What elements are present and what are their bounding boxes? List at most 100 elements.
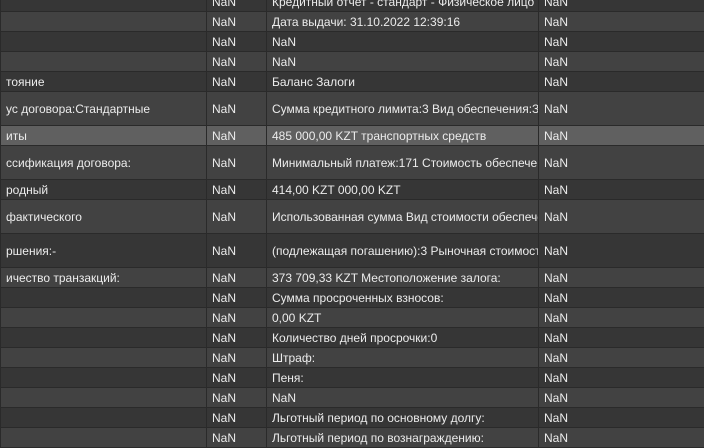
- table-cell-col0: ичество транзакций:: [1, 268, 207, 288]
- table-cell-col0: иты: [1, 126, 207, 146]
- table-row[interactable]: NaNКредитный отчет - стандарт - Физическ…: [1, 0, 704, 12]
- table-cell-col2: Кредитный отчет - стандарт - Физическое …: [267, 0, 539, 12]
- table-cell-col1: NaN: [207, 234, 267, 268]
- table-row[interactable]: NaNЛьготный период по вознаграждению:NaN: [1, 428, 704, 448]
- table-row[interactable]: NaNДата выдачи: 31.10.2022 12:39:16NaN: [1, 12, 704, 32]
- table-row[interactable]: тояниеNaNБаланс ЗалогиNaN: [1, 72, 704, 92]
- table-row[interactable]: NaNNaNNaN: [1, 32, 704, 52]
- table-cell-col1: NaN: [207, 92, 267, 126]
- table-cell-col0: [1, 328, 207, 348]
- table-cell-col0: фактического: [1, 200, 207, 234]
- table-cell-col2: Дата выдачи: 31.10.2022 12:39:16: [267, 12, 539, 32]
- table-cell-col0: [1, 428, 207, 448]
- table-row[interactable]: NaN0,00 KZTNaN: [1, 308, 704, 328]
- table-row[interactable]: ссификация договора:NaNМинимальный плате…: [1, 146, 704, 180]
- table-cell-col2: NaN: [267, 52, 539, 72]
- table-cell-col0: [1, 348, 207, 368]
- table-cell-col0: [1, 368, 207, 388]
- table-cell-col2: NaN: [267, 388, 539, 408]
- table-cell-col0: [1, 408, 207, 428]
- table-cell-col2: Баланс Залоги: [267, 72, 539, 92]
- table-cell-col3: NaN: [539, 126, 704, 146]
- table-cell-col1: NaN: [207, 308, 267, 328]
- table-cell-col0: [1, 52, 207, 72]
- table-cell-col0: тояние: [1, 72, 207, 92]
- table-cell-col2: (подлежащая погашению):3 Рыночная стоимо…: [267, 234, 539, 268]
- table-cell-col3: NaN: [539, 308, 704, 328]
- table-cell-col0: [1, 12, 207, 32]
- table-cell-col0: [1, 32, 207, 52]
- table-cell-col1: NaN: [207, 52, 267, 72]
- table-cell-col0: родный: [1, 180, 207, 200]
- table-cell-col1: NaN: [207, 408, 267, 428]
- table-cell-col1: NaN: [207, 0, 267, 12]
- table-cell-col3: NaN: [539, 12, 704, 32]
- table-row[interactable]: NaNNaNNaN: [1, 52, 704, 72]
- table-cell-col1: NaN: [207, 32, 267, 52]
- table-row[interactable]: фактическогоNaNИспользованная сумма Вид …: [1, 200, 704, 234]
- table-cell-col3: NaN: [539, 200, 704, 234]
- table-row[interactable]: ршения:-NaN(подлежащая погашению):3 Рыно…: [1, 234, 704, 268]
- table-cell-col1: NaN: [207, 72, 267, 92]
- table-cell-col3: NaN: [539, 146, 704, 180]
- table-cell-col0: ус договора:Стандартные: [1, 92, 207, 126]
- table-cell-col2: Минимальный платеж:171 Стоимость обеспеч…: [267, 146, 539, 180]
- data-table: NaNКредитный отчет - стандарт - Физическ…: [0, 0, 704, 448]
- table-cell-col0: [1, 308, 207, 328]
- table-cell-col3: NaN: [539, 268, 704, 288]
- table-cell-col3: NaN: [539, 388, 704, 408]
- table-cell-col2: 414,00 KZT 000,00 KZT: [267, 180, 539, 200]
- table-cell-col3: NaN: [539, 32, 704, 52]
- table-cell-col0: [1, 388, 207, 408]
- table-cell-col1: NaN: [207, 388, 267, 408]
- table-cell-col1: NaN: [207, 146, 267, 180]
- table-cell-col2: NaN: [267, 32, 539, 52]
- table-cell-col3: NaN: [539, 92, 704, 126]
- table-row[interactable]: родныйNaN414,00 KZT 000,00 KZTNaN: [1, 180, 704, 200]
- table-cell-col1: NaN: [207, 288, 267, 308]
- table-cell-col2: Штраф:: [267, 348, 539, 368]
- table-row[interactable]: ус договора:СтандартныеNaNСумма кредитно…: [1, 92, 704, 126]
- table-body: NaNКредитный отчет - стандарт - Физическ…: [1, 0, 704, 448]
- table-cell-col2: 485 000,00 KZT транспортных средств: [267, 126, 539, 146]
- table-cell-col3: NaN: [539, 348, 704, 368]
- table-cell-col1: NaN: [207, 348, 267, 368]
- table-row[interactable]: NaNШтраф:NaN: [1, 348, 704, 368]
- table-cell-col3: NaN: [539, 72, 704, 92]
- table-cell-col1: NaN: [207, 200, 267, 234]
- table-cell-col3: NaN: [539, 52, 704, 72]
- table-cell-col2: Пеня:: [267, 368, 539, 388]
- table-cell-col1: NaN: [207, 180, 267, 200]
- table-row[interactable]: NaNЛьготный период по основному долгу:Na…: [1, 408, 704, 428]
- table-row[interactable]: NaNПеня:NaN: [1, 368, 704, 388]
- table-cell-col3: NaN: [539, 288, 704, 308]
- table-cell-col3: NaN: [539, 180, 704, 200]
- table-row[interactable]: ичество транзакций:NaN373 709,33 KZT Мес…: [1, 268, 704, 288]
- table-cell-col3: NaN: [539, 328, 704, 348]
- table-row[interactable]: NaNNaNNaN: [1, 388, 704, 408]
- table-cell-col1: NaN: [207, 368, 267, 388]
- table-row[interactable]: NaNСумма просроченных взносов:NaN: [1, 288, 704, 308]
- table-cell-col1: NaN: [207, 12, 267, 32]
- table-cell-col2: Количество дней просрочки:0: [267, 328, 539, 348]
- table-cell-col2: Льготный период по вознаграждению:: [267, 428, 539, 448]
- table-cell-col2: 373 709,33 KZT Местоположение залога:: [267, 268, 539, 288]
- table-cell-col2: 0,00 KZT: [267, 308, 539, 328]
- table-cell-col1: NaN: [207, 428, 267, 448]
- table-cell-col3: NaN: [539, 428, 704, 448]
- table-cell-col0: [1, 0, 207, 12]
- table-cell-col1: NaN: [207, 268, 267, 288]
- table-cell-col0: ршения:-: [1, 234, 207, 268]
- table-cell-col0: ссификация договора:: [1, 146, 207, 180]
- table-cell-col3: NaN: [539, 0, 704, 12]
- table-row[interactable]: NaNКоличество дней просрочки:0NaN: [1, 328, 704, 348]
- table-cell-col2: Сумма кредитного лимита:3 Вид обеспечени…: [267, 92, 539, 126]
- table-cell-col1: NaN: [207, 126, 267, 146]
- table-cell-col1: NaN: [207, 328, 267, 348]
- table-row[interactable]: итыNaN485 000,00 KZT транспортных средст…: [1, 126, 704, 146]
- table-cell-col3: NaN: [539, 234, 704, 268]
- table-cell-col2: Использованная сумма Вид стоимости обесп…: [267, 200, 539, 234]
- table-cell-col2: Льготный период по основному долгу:: [267, 408, 539, 428]
- table-cell-col3: NaN: [539, 408, 704, 428]
- table-cell-col0: [1, 288, 207, 308]
